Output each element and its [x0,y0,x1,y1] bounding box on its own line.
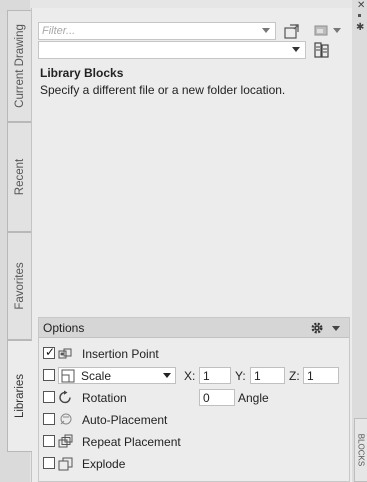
options-section: Options ✓ Insertion Point Scale X: 1 Y: … [38,317,350,482]
repeat-placement-icon [58,434,73,448]
tab-recent[interactable]: Recent [7,122,31,232]
options-header[interactable]: Options [39,318,349,338]
rotation-checkbox[interactable] [43,391,55,403]
rotation-label: Rotation [82,391,127,405]
scale-z-input[interactable]: 1 [303,367,339,384]
scale-y-input[interactable]: 1 [250,367,285,384]
palette-tab-strip: Current Drawing Recent Favorites Librari… [0,0,32,482]
library-path-combo[interactable] [38,41,306,59]
library-description: Specify a different file or a new folder… [40,83,286,97]
tab-libraries[interactable]: Libraries [7,340,32,452]
rotation-icon [59,390,71,404]
auto-placement-row: Auto-Placement [39,411,349,429]
library-path-dropdown-icon[interactable] [292,47,300,52]
import-block-icon[interactable] [283,22,301,40]
tab-favorites-label: Favorites [13,262,26,310]
chevron-down-icon[interactable] [333,28,341,34]
insertion-point-icon [58,348,72,359]
explode-row: Explode [39,455,349,473]
auto-placement-label: Auto-Placement [82,413,168,427]
scale-x-label: X: [184,369,196,383]
filter-placeholder: Filter... [42,25,76,37]
scale-y-label: Y: [235,369,246,383]
pin-icon[interactable] [358,14,361,17]
library-browse-icon[interactable] [313,41,331,59]
tab-current-drawing-label: Current Drawing [13,24,26,108]
scale-dropdown-icon [163,373,171,378]
options-title: Options [43,321,85,335]
scale-mode-value: Scale [81,369,112,383]
checkmark-icon: ✓ [45,345,56,359]
repeat-placement-row: Repeat Placement [39,433,349,451]
insertion-point-checkbox[interactable]: ✓ [43,345,56,359]
scale-mode-select[interactable]: Scale [58,367,176,384]
repeat-placement-checkbox[interactable] [43,435,55,447]
scale-x-input[interactable]: 1 [199,367,231,384]
auto-placement-icon [60,413,72,425]
auto-placement-checkbox[interactable] [43,413,55,425]
explode-icon [58,457,73,471]
tab-libraries-label: Libraries [14,373,26,419]
palette-titlebar-strip: ✕ ✱ BLOCKS [352,0,367,482]
close-icon[interactable]: ✕ [357,0,365,11]
rotation-angle-label: Angle [238,391,269,405]
libraries-panel: Filter... Library Blocks Specify a diffe… [31,8,352,482]
insertion-point-row: ✓ Insertion Point [39,345,349,363]
filter-input[interactable]: Filter... [38,22,276,40]
properties-icon[interactable]: ✱ [356,22,364,33]
tab-recent-label: Recent [13,158,26,196]
repeat-placement-label: Repeat Placement [82,435,181,449]
tab-current-drawing[interactable]: Current Drawing [7,10,31,122]
scale-checkbox[interactable] [43,369,55,381]
rotation-angle-input[interactable]: 0 [199,389,235,406]
gear-icon[interactable] [309,320,325,336]
scale-icon [61,369,75,383]
tab-favorites[interactable]: Favorites [7,232,31,340]
options-chevron-down-icon[interactable] [332,326,340,332]
library-heading: Library Blocks [40,66,124,80]
blocks-side-tab[interactable]: BLOCKS [354,418,367,482]
blocks-side-tab-label: BLOCKS [356,433,366,467]
insertion-point-label: Insertion Point [82,347,159,361]
explode-label: Explode [82,457,126,471]
scale-z-label: Z: [289,369,300,383]
filter-dropdown-icon[interactable] [262,28,270,33]
rotation-row: Rotation 0 Angle [39,389,349,407]
scale-row: Scale X: 1 Y: 1 Z: 1 [39,367,349,385]
explode-checkbox[interactable] [43,457,55,469]
thumbnail-view-icon[interactable] [314,24,328,37]
